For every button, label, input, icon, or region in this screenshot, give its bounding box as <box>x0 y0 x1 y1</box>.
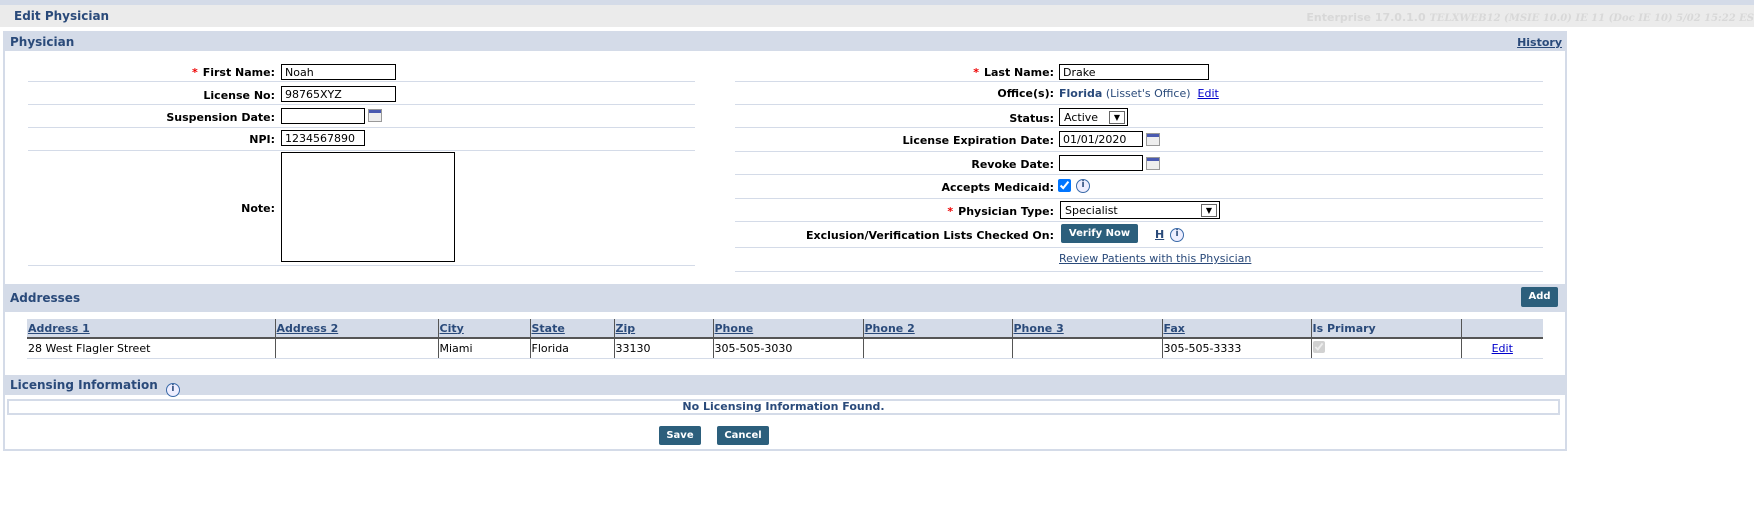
note-textarea[interactable] <box>281 152 455 262</box>
status-label: Status: <box>1009 112 1054 125</box>
chevron-down-icon: ▼ <box>1201 203 1217 217</box>
cell-city: Miami <box>437 338 530 359</box>
physician-type-select[interactable]: Specialist ▼ <box>1060 201 1220 219</box>
calendar-icon[interactable] <box>1146 157 1160 170</box>
save-button[interactable]: Save <box>659 426 701 445</box>
cell-actions: Edit <box>1460 338 1543 359</box>
col-phone2[interactable]: Phone 2 <box>865 322 915 335</box>
table-row: 28 West Flagler Street Miami Florida 331… <box>27 338 1543 359</box>
col-state[interactable]: State <box>532 322 565 335</box>
col-is-primary: Is Primary <box>1310 319 1461 339</box>
cell-phone3 <box>1011 338 1162 359</box>
table-header-row: Address 1 Address 2 City State Zip Phone… <box>27 319 1543 339</box>
office-detail: (Lisset's Office) <box>1105 87 1191 100</box>
verify-now-button[interactable]: Verify Now <box>1061 224 1138 243</box>
status-select[interactable]: Active ▼ <box>1059 108 1128 126</box>
license-no-label: License No: <box>203 89 275 102</box>
offices-label: Office(s): <box>997 87 1054 100</box>
chevron-down-icon: ▼ <box>1109 110 1125 124</box>
npi-input[interactable] <box>281 130 365 146</box>
is-primary-checkbox <box>1312 341 1325 353</box>
cell-state: Florida <box>529 338 614 359</box>
info-icon[interactable]: i <box>1076 179 1090 193</box>
section-title: Physician <box>10 35 75 49</box>
license-exp-label: License Expiration Date: <box>902 134 1054 147</box>
office-name: Florida <box>1059 87 1103 100</box>
suspension-date-input[interactable] <box>281 108 365 124</box>
review-patients-link[interactable]: Review Patients with this Physician <box>1059 252 1251 265</box>
environment-info: TELXWEB12 (MSIE 10.0) IE 11 (Doc IE 10) … <box>1429 13 1754 24</box>
first-name-input[interactable] <box>281 64 396 80</box>
edit-address-link[interactable]: Edit <box>1492 342 1513 355</box>
version-info: Enterprise 17.0.1.0 TELXWEB12 (MSIE 10.0… <box>1306 11 1754 24</box>
physician-type-label: * Physician Type: <box>947 205 1054 218</box>
last-name-input[interactable] <box>1059 64 1209 80</box>
physician-section-header: Physician <box>5 33 1565 51</box>
section-title: Licensing Information <box>10 378 158 392</box>
note-label: Note: <box>241 202 275 215</box>
addresses-section-header: Addresses <box>5 284 1565 312</box>
physician-type-value: Specialist <box>1065 203 1118 217</box>
info-icon[interactable]: i <box>1170 228 1184 242</box>
first-name-label: * First Name: <box>191 66 275 79</box>
revoke-date-input[interactable] <box>1059 155 1143 171</box>
col-city[interactable]: City <box>440 322 464 335</box>
col-phone3[interactable]: Phone 3 <box>1014 322 1064 335</box>
status-value: Active <box>1064 110 1099 124</box>
version-number: Enterprise 17.0.1.0 <box>1306 11 1426 24</box>
accepts-medicaid-label: Accepts Medicaid: <box>941 181 1054 194</box>
col-address2[interactable]: Address 2 <box>277 322 339 335</box>
cell-address2 <box>274 338 438 359</box>
col-fax[interactable]: Fax <box>1164 322 1185 335</box>
col-phone[interactable]: Phone <box>715 322 754 335</box>
col-address1[interactable]: Address 1 <box>28 322 90 335</box>
license-no-input[interactable] <box>281 86 396 102</box>
offices-value: Florida (Lisset's Office) Edit <box>1059 87 1219 100</box>
page-title: Edit Physician <box>14 9 110 23</box>
cell-phone: 305-505-3030 <box>712 338 863 359</box>
licensing-section-header: Licensing Information i <box>5 375 1565 397</box>
accepts-medicaid-checkbox[interactable] <box>1058 179 1071 192</box>
cell-fax: 305-505-3333 <box>1161 338 1311 359</box>
col-actions <box>1460 319 1543 339</box>
office-edit-link[interactable]: Edit <box>1198 87 1219 100</box>
licensing-empty-message: No Licensing Information Found. <box>7 399 1560 415</box>
cancel-button[interactable]: Cancel <box>717 426 769 445</box>
cell-is-primary <box>1310 338 1461 359</box>
suspension-date-label: Suspension Date: <box>166 111 275 124</box>
cell-zip: 33130 <box>613 338 713 359</box>
history-h-link[interactable]: H <box>1155 228 1164 241</box>
last-name-label: * Last Name: <box>973 66 1054 79</box>
license-exp-input[interactable] <box>1059 131 1143 147</box>
status-row <box>735 105 1543 128</box>
cell-phone2 <box>862 338 1012 359</box>
col-zip[interactable]: Zip <box>616 322 636 335</box>
npi-label: NPI: <box>249 133 275 146</box>
cell-address1: 28 West Flagler Street <box>27 338 275 359</box>
section-title: Addresses <box>10 291 81 305</box>
calendar-icon[interactable] <box>1146 133 1160 146</box>
add-address-button[interactable]: Add <box>1521 287 1558 307</box>
addresses-table: Address 1 Address 2 City State Zip Phone… <box>27 319 1543 359</box>
calendar-icon[interactable] <box>368 109 382 122</box>
accepts-medicaid-row <box>735 175 1543 199</box>
revoke-date-label: Revoke Date: <box>971 158 1054 171</box>
exclusion-label: Exclusion/Verification Lists Checked On: <box>806 229 1054 242</box>
history-link[interactable]: History <box>1517 36 1562 49</box>
info-icon[interactable]: i <box>165 383 180 397</box>
